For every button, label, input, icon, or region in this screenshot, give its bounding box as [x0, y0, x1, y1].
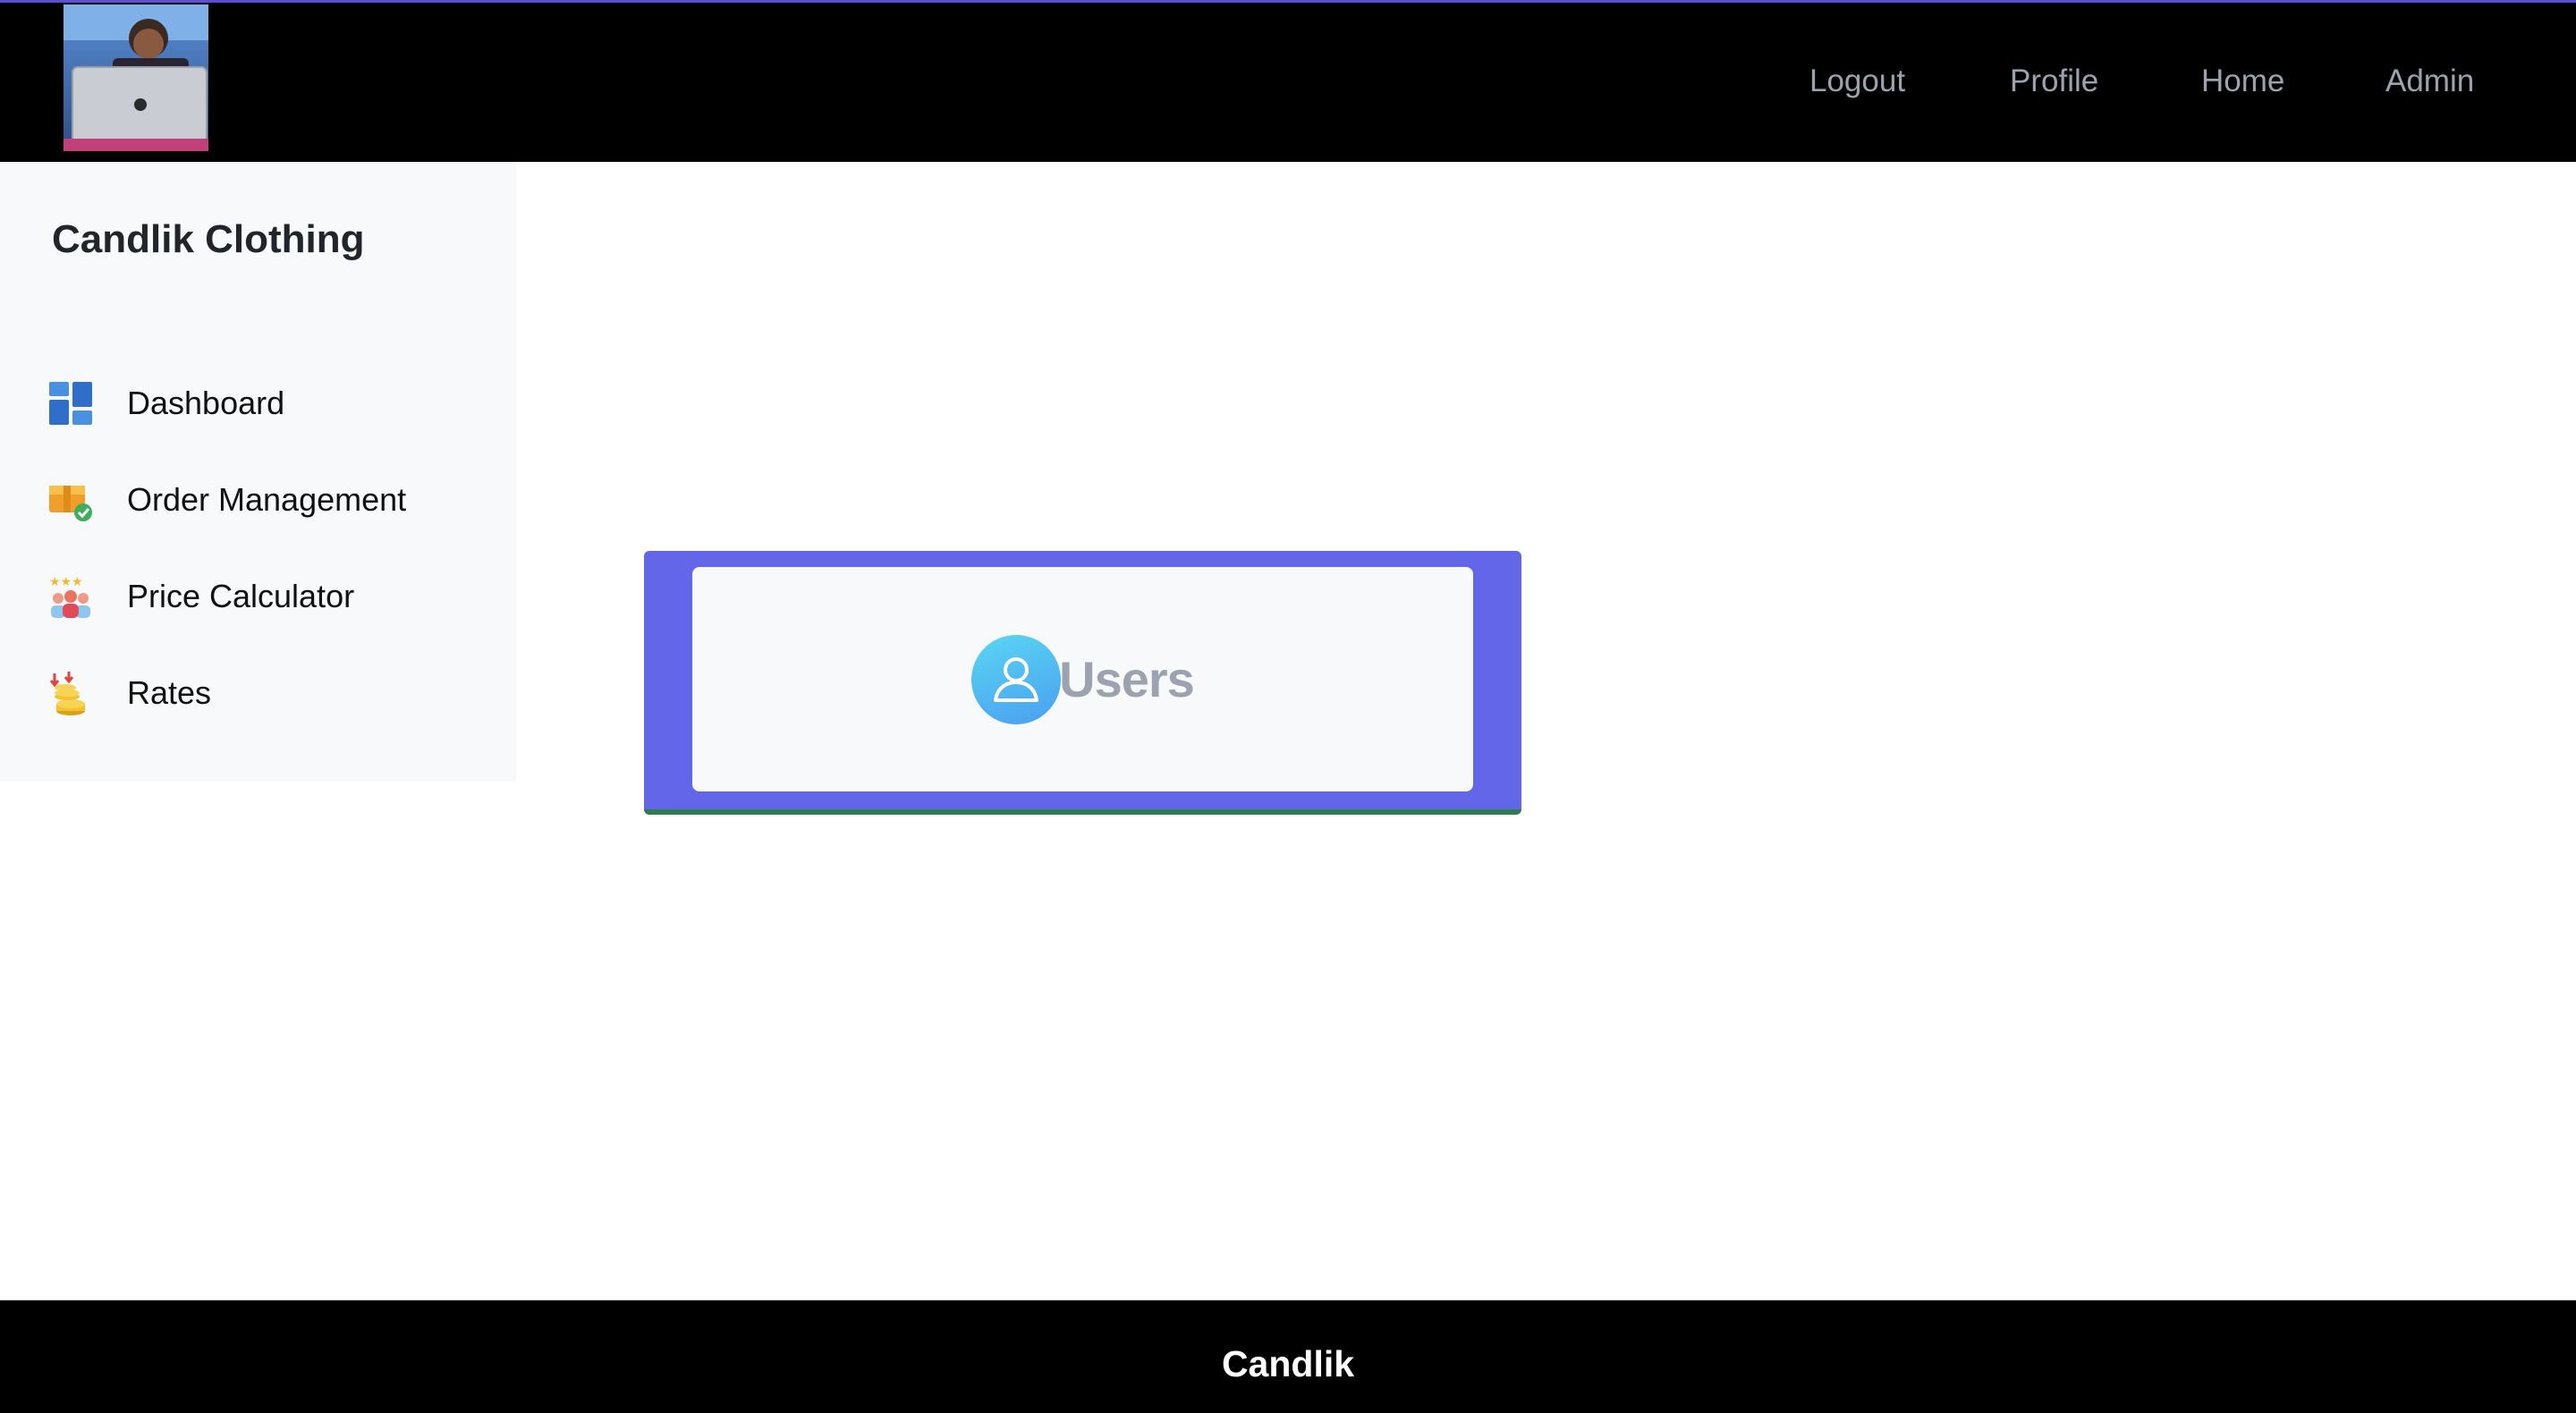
user-photo-icon [64, 4, 208, 151]
profile-link[interactable]: Profile [2010, 63, 2098, 99]
users-card-label: Users [1059, 651, 1195, 707]
footer: Candlik [0, 1300, 2576, 1413]
footer-brand: Candlik [1221, 1342, 1355, 1384]
home-link[interactable]: Home [2201, 63, 2284, 99]
users-card: Users [644, 551, 1521, 815]
sidebar-item-rates[interactable]: Rates [47, 666, 211, 720]
brand-title: Candlik Clothing [52, 217, 365, 261]
sidebar: Candlik Clothing Dashboard Order Managem… [0, 162, 516, 782]
user-icon [971, 634, 1062, 724]
top-navbar: Logout Profile Home Admin [0, 0, 2576, 162]
admin-link[interactable]: Admin [2385, 63, 2474, 99]
logout-link[interactable]: Logout [1809, 63, 1905, 99]
svg-text:★★★: ★★★ [49, 575, 83, 589]
avatar[interactable] [64, 4, 208, 151]
sidebar-item-label: Rates [127, 674, 212, 711]
sidebar-item-order-management[interactable]: Order Management [47, 473, 406, 527]
sidebar-item-label: Dashboard [127, 385, 285, 421]
coins-icon [47, 669, 95, 717]
sidebar-item-dashboard[interactable]: Dashboard [47, 377, 284, 430]
people-rating-icon: ★★★ [47, 572, 95, 621]
package-check-icon [47, 476, 95, 524]
sidebar-item-label: Price Calculator [127, 578, 355, 614]
sidebar-item-label: Order Management [127, 481, 407, 518]
users-card-button[interactable]: Users [692, 567, 1473, 791]
dashboard-grid-icon [47, 379, 95, 427]
sidebar-item-price-calculator[interactable]: ★★★ Price Calculator [47, 570, 354, 623]
